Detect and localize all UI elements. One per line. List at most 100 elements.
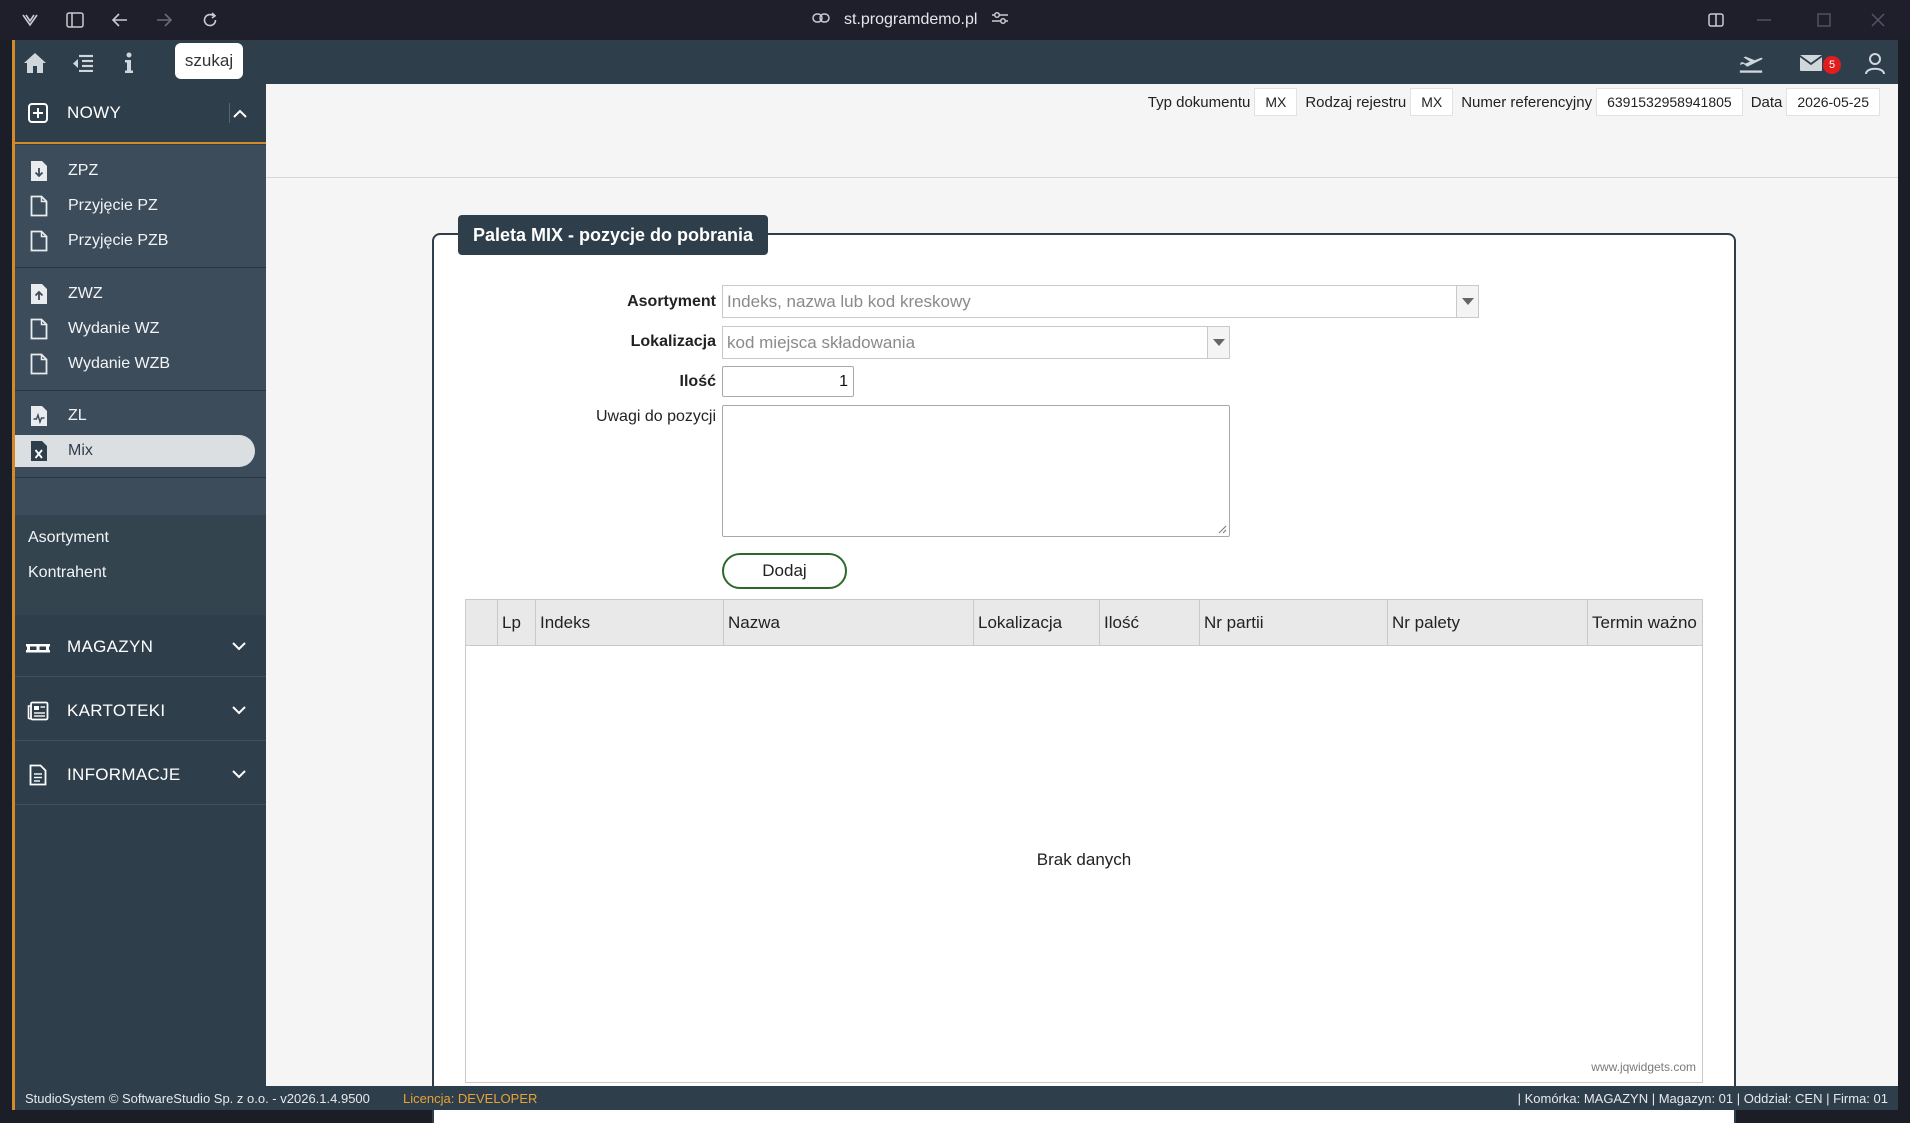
minimize-icon[interactable]: [1752, 8, 1776, 32]
document-text-icon: [25, 762, 51, 788]
sidebar: NOWY ZPZ Przyjęcie PZ Przyjęcie PZB ZWZ …: [15, 84, 266, 1086]
link-asortyment[interactable]: Asortyment: [28, 529, 109, 547]
lokalizacja-combobox[interactable]: kod miejsca składowania: [722, 326, 1230, 359]
chevron-down-icon[interactable]: [229, 701, 249, 721]
browser-logo-icon[interactable]: [18, 8, 42, 32]
mail-icon[interactable]: [1798, 50, 1824, 76]
divider: [15, 390, 266, 391]
sidebar-item-label: Wydanie WZ: [68, 320, 160, 337]
magazyn-section-header[interactable]: MAGAZYN: [15, 617, 266, 677]
sidebar-item-label: Przyjęcie PZ: [68, 197, 158, 214]
panel-title: Paleta MIX - pozycje do pobrania: [458, 215, 769, 255]
home-icon[interactable]: [22, 50, 48, 76]
dropdown-arrow-icon[interactable]: [1456, 286, 1478, 317]
search-button[interactable]: szukaj: [175, 43, 243, 79]
asortyment-placeholder: Indeks, nazwa lub kod kreskowy: [727, 292, 971, 311]
informacje-section-header[interactable]: INFORMACJE: [15, 745, 266, 805]
pallet-icon: [25, 634, 51, 660]
logout-plane-icon[interactable]: [1738, 50, 1764, 76]
numer-referencyjny-value: 6391532958941805: [1596, 88, 1743, 116]
section-label: INFORMACJE: [67, 764, 181, 784]
dropdown-arrow-icon[interactable]: [1207, 327, 1229, 358]
status-copyright: StudioSystem © SoftwareStudio Sp. z o.o.…: [25, 1091, 370, 1106]
back-icon[interactable]: [108, 8, 132, 32]
ilosc-label: Ilość: [679, 373, 716, 390]
status-bar: StudioSystem © SoftwareStudio Sp. z o.o.…: [15, 1086, 1898, 1110]
document-upload-icon: [28, 282, 50, 306]
sidebar-item-label: ZWZ: [68, 285, 103, 302]
sidebar-item-label: Wydanie WZB: [68, 355, 171, 372]
sidebar-item-wydanie-wzb[interactable]: Wydanie WZB: [15, 348, 255, 380]
typ-dokumentu-value: MX: [1254, 88, 1298, 116]
sidebar-item-wydanie-wz[interactable]: Wydanie WZ: [15, 313, 255, 345]
column-header-lokalizacja[interactable]: Lokalizacja: [974, 600, 1100, 645]
divider: [15, 477, 266, 478]
document-chart-icon: [28, 404, 50, 428]
column-header-nr-palety[interactable]: Nr palety: [1388, 600, 1588, 645]
nowy-label: NOWY: [67, 103, 122, 122]
grid-select-column[interactable]: [466, 600, 498, 645]
sidebar-item-zpz[interactable]: ZPZ: [15, 155, 255, 187]
url-text: st.programdemo.pl: [844, 11, 978, 28]
sidebar-item-przyjecie-pzb[interactable]: Przyjęcie PZB: [15, 225, 255, 257]
kartoteki-section-header[interactable]: KARTOTEKI: [15, 681, 266, 741]
maximize-icon[interactable]: [1812, 8, 1836, 32]
data-label: Data: [1750, 93, 1783, 111]
typ-dokumentu-label: Typ dokumentu: [1147, 93, 1251, 111]
dodaj-button[interactable]: Dodaj: [722, 553, 847, 589]
reload-icon[interactable]: [198, 8, 222, 32]
positions-grid: Lp Indeks Nazwa Lokalizacja Ilość Nr par…: [465, 599, 1703, 1083]
menu-collapse-icon[interactable]: [70, 50, 96, 76]
asortyment-combobox[interactable]: Indeks, nazwa lub kod kreskowy: [722, 285, 1479, 318]
excel-file-icon: [28, 439, 50, 463]
browser-bar: st.programdemo.pl: [0, 0, 1910, 40]
split-view-icon[interactable]: [1704, 8, 1728, 32]
sidebar-item-label: ZL: [68, 407, 87, 424]
close-icon[interactable]: [1866, 8, 1890, 32]
nowy-section-header[interactable]: NOWY: [15, 84, 266, 144]
column-header-nazwa[interactable]: Nazwa: [724, 600, 974, 645]
divider: [15, 267, 266, 268]
data-value: 2026-05-25: [1786, 88, 1880, 116]
document-icon: [28, 352, 50, 376]
chevron-down-icon[interactable]: [229, 765, 249, 785]
sidebar-item-zl[interactable]: ZL: [15, 400, 255, 432]
column-header-termin-waznosci[interactable]: Termin ważno: [1588, 600, 1702, 645]
sidebar-toggle-icon[interactable]: [63, 8, 87, 32]
grid-credit: www.jqwidgets.com: [1591, 1060, 1696, 1074]
ilosc-input[interactable]: 1: [722, 366, 854, 397]
column-header-nr-partii[interactable]: Nr partii: [1200, 600, 1388, 645]
user-avatar-icon[interactable]: [1861, 49, 1889, 77]
resize-handle-icon[interactable]: [1218, 525, 1227, 534]
section-label: MAGAZYN: [67, 636, 154, 656]
app-topbar: szukaj 5: [15, 40, 1898, 84]
uwagi-textarea[interactable]: [722, 405, 1230, 537]
lokalizacja-placeholder: kod miejsca składowania: [727, 333, 916, 352]
sidebar-item-label: Przyjęcie PZB: [68, 232, 169, 249]
quick-links: Asortyment Kontrahent: [15, 515, 266, 615]
sidebar-item-przyjecie-pz[interactable]: Przyjęcie PZ: [15, 190, 255, 222]
site-settings-icon[interactable]: [991, 10, 1009, 31]
info-icon[interactable]: [116, 50, 142, 76]
chevron-up-icon[interactable]: [229, 103, 249, 123]
numer-referencyjny-label: Numer referencyjny: [1461, 93, 1593, 111]
uwagi-label: Uwagi do pozycji: [595, 408, 716, 425]
rodzaj-rejestru-value: MX: [1410, 88, 1454, 116]
grid-header: Lp Indeks Nazwa Lokalizacja Ilość Nr par…: [466, 600, 1702, 646]
newspaper-icon: [25, 698, 51, 724]
column-header-ilosc[interactable]: Ilość: [1100, 600, 1200, 645]
link-icon: [812, 11, 830, 29]
column-header-lp[interactable]: Lp: [498, 600, 536, 645]
sidebar-item-mix[interactable]: Mix: [15, 435, 255, 467]
document-header: Typ dokumentu MX Rodzaj rejestru MX Nume…: [266, 84, 1898, 178]
link-kontrahent[interactable]: Kontrahent: [28, 564, 106, 582]
asortyment-label: Asortyment: [627, 293, 716, 310]
chevron-down-icon[interactable]: [229, 637, 249, 657]
forward-icon[interactable]: [152, 8, 176, 32]
mail-count-badge: 5: [1823, 56, 1841, 74]
address-bar[interactable]: st.programdemo.pl: [812, 0, 1009, 40]
column-header-indeks[interactable]: Indeks: [536, 600, 724, 645]
plus-square-icon: [25, 100, 51, 126]
screen: st.programdemo.pl szukaj 5 NOWY ZPZ Przy…: [0, 0, 1910, 1123]
sidebar-item-zwz[interactable]: ZWZ: [15, 278, 255, 310]
